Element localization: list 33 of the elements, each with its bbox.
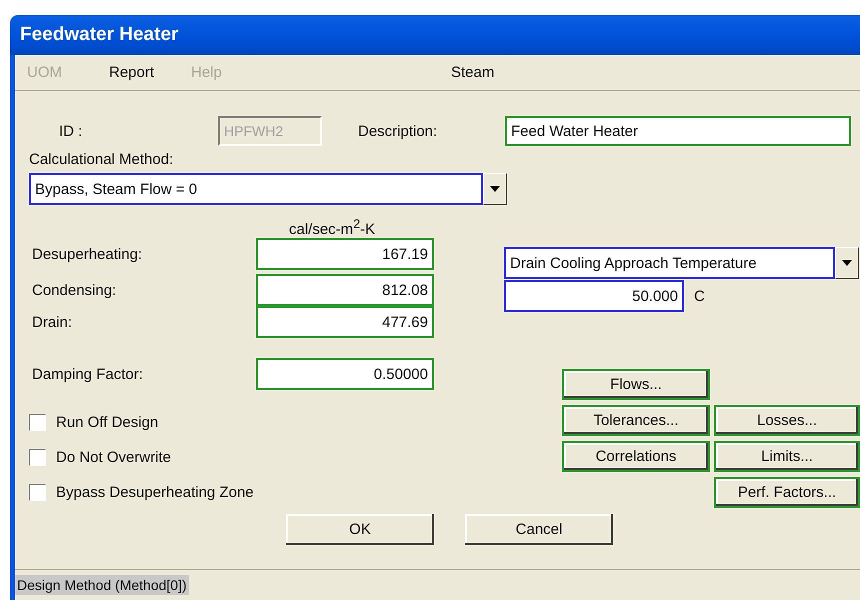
id-label: ID : [59, 122, 84, 140]
coefficient-label: Condensing: [32, 282, 118, 298]
ok-button[interactable]: OK [286, 514, 434, 545]
window-title: Feedwater Heater [20, 24, 178, 46]
checkbox-label[interactable]: Bypass Desuperheating Zone [56, 484, 254, 500]
limits-button[interactable]: Limits... [714, 441, 860, 472]
unit-label: C [694, 288, 705, 304]
coefficient-field[interactable]: 812.08 [256, 274, 434, 306]
perf-factors-button[interactable]: Perf. Factors... [714, 477, 860, 508]
checkbox[interactable] [29, 414, 46, 430]
description-field[interactable]: Feed Water Heater [505, 116, 851, 146]
cancel-button[interactable]: Cancel [465, 514, 613, 545]
tolerances-button[interactable]: Tolerances... [562, 405, 710, 436]
menu-item[interactable]: Steam [451, 64, 494, 81]
drain-value-field[interactable]: 50.000 [504, 280, 684, 312]
checkbox[interactable] [29, 484, 46, 500]
coefficient-field[interactable]: 477.69 [256, 306, 434, 338]
method-label: Calculational Method: [29, 151, 174, 168]
damping-field[interactable]: 0.50000 [256, 358, 434, 390]
description-label: Description: [358, 122, 438, 140]
status-text: Design Method (Method[0]) [15, 575, 189, 595]
coefficient-field[interactable]: 167.19 [256, 238, 434, 270]
coefficient-label: Desuperheating: [32, 246, 144, 262]
flows-button[interactable]: Flows... [562, 369, 710, 400]
checkbox[interactable] [29, 448, 46, 466]
unit-label: cal/sec-m$^{2}$-K [289, 217, 376, 238]
menu-item[interactable]: Report [109, 64, 191, 81]
checkbox-label[interactable]: Do Not Overwrite [56, 448, 172, 466]
correlations-button[interactable]: Correlations [562, 441, 710, 472]
checkbox-label[interactable]: Run Off Design [56, 414, 158, 430]
losses-button[interactable]: Losses... [714, 405, 860, 436]
damping-label: Damping Factor: [32, 366, 144, 382]
coefficient-label: Drain: [32, 314, 74, 330]
